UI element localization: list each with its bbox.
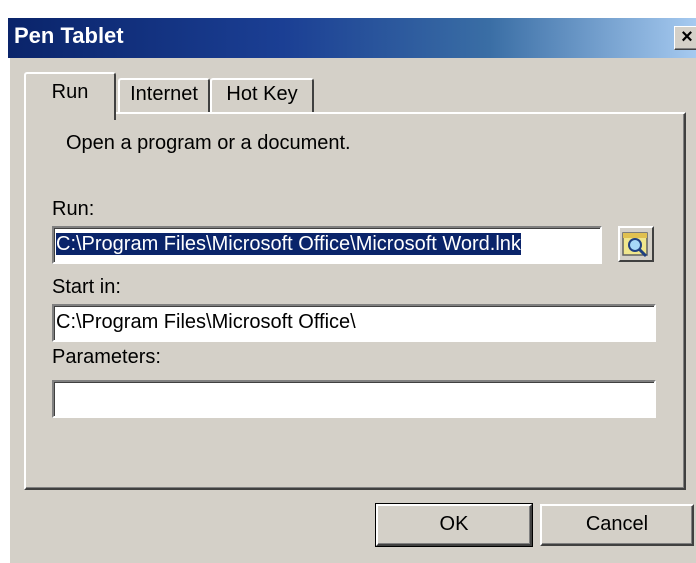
ok-button[interactable]: OK <box>375 503 533 547</box>
run-path-value: C:\Program Files\Microsoft Office\Micros… <box>56 233 521 255</box>
tab-run[interactable]: Run <box>24 72 116 120</box>
close-icon: × <box>681 26 693 48</box>
window-title: Pen Tablet <box>14 23 124 48</box>
run-path-field[interactable]: C:\Program Files\Microsoft Office\Micros… <box>52 226 602 264</box>
tab-hot-key[interactable]: Hot Key <box>210 78 314 112</box>
tab-run-label: Run <box>51 81 89 103</box>
browse-button[interactable] <box>618 226 654 262</box>
run-label: Run: <box>52 198 95 220</box>
close-button[interactable]: × <box>674 26 696 50</box>
parameters-label: Parameters: <box>52 346 161 368</box>
parameters-field[interactable] <box>52 380 656 418</box>
tab-internet[interactable]: Internet <box>118 78 210 112</box>
description-text: Open a program or a document. <box>66 132 351 154</box>
tab-hot-key-label: Hot Key <box>226 83 298 105</box>
start-in-field[interactable]: C:\Program Files\Microsoft Office\ <box>52 304 656 342</box>
browse-magnifier-icon <box>622 232 648 258</box>
tab-internet-label: Internet <box>130 83 198 105</box>
run-tab-panel: Open a program or a document. Run: C:\Pr… <box>24 112 686 490</box>
start-in-value: C:\Program Files\Microsoft Office\ <box>56 311 356 333</box>
title-bar[interactable]: Pen Tablet × <box>8 18 696 58</box>
cancel-button[interactable]: Cancel <box>540 504 694 546</box>
start-in-label: Start in: <box>52 276 121 298</box>
